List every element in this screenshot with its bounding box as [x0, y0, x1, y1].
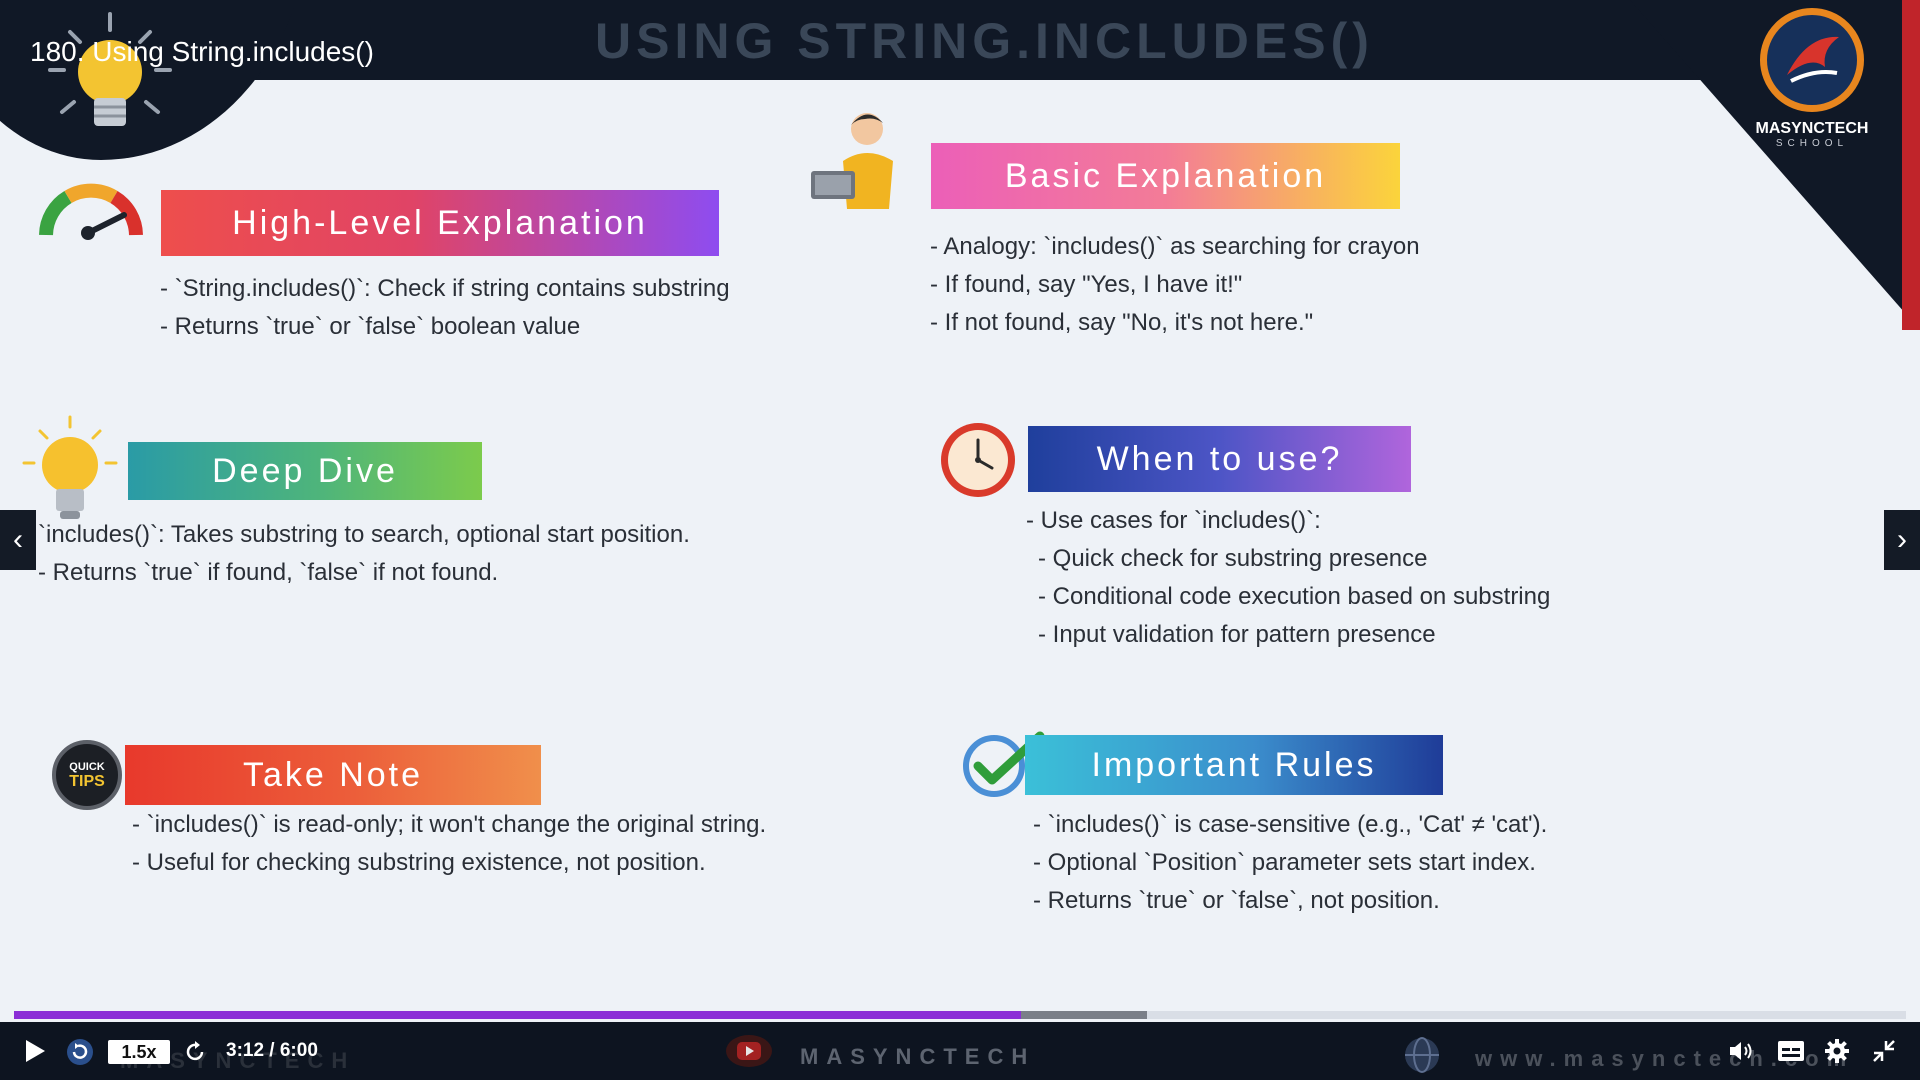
take-note-banner: Take Note [125, 745, 541, 805]
progress-played [14, 1011, 1021, 1019]
bullet-text: - `String.includes()`: Check if string c… [160, 275, 730, 302]
volume-icon[interactable] [1728, 1039, 1754, 1063]
deep-dive-banner: Deep Dive [128, 442, 482, 500]
important-rules-banner: Important Rules [1025, 735, 1443, 795]
bullet-text: - Input validation for pattern presence [1038, 621, 1436, 648]
basic-bullets: - Analogy: `includes()` as searching for… [930, 228, 1420, 342]
bullet-text: - Conditional code execution based on su… [1038, 583, 1551, 610]
when-to-use-bullets: - Use cases for `includes()`: - Quick ch… [1026, 502, 1550, 654]
lightbulb-icon [48, 12, 172, 126]
exit-fullscreen-icon[interactable] [1872, 1039, 1896, 1063]
chevron-left-icon: ‹ [13, 523, 23, 556]
badge-line: QUICK [69, 760, 105, 773]
clock-icon [941, 423, 1015, 497]
video-progress-bar[interactable] [14, 1011, 1906, 1019]
important-rules-bullets: - `includes()` is case-sensitive (e.g., … [1033, 806, 1547, 920]
logo-subtitle: SCHOOL [1775, 138, 1849, 149]
player-controls: MASYNCTECH 1.5x 3:12 / 6:00 MASYNCTECH w… [0, 1022, 1920, 1080]
forward-icon[interactable] [183, 1039, 207, 1063]
bullet-text: - Use cases for `includes()`: [1026, 507, 1321, 534]
play-icon[interactable] [24, 1039, 46, 1063]
slide-red-edge [1902, 0, 1920, 330]
chevron-right-icon: › [1897, 523, 1907, 556]
basic-explanation-banner: Basic Explanation [931, 143, 1400, 209]
slide-title: USING STRING.INCLUDES() [595, 13, 1374, 69]
next-slide-button[interactable]: › [1884, 510, 1920, 570]
youtube-icon [726, 1035, 772, 1067]
bullet-text: - If not found, say "No, it's not here." [930, 309, 1314, 336]
time-display: 3:12 / 6:00 [226, 1040, 318, 1061]
bullet-text: - If found, say "Yes, I have it!" [930, 271, 1243, 298]
bullet-text: `includes()`: Takes substring to search,… [38, 521, 690, 548]
brand-logo: MASYNCTECH SCHOOL [1752, 8, 1872, 149]
slide: 180. Using String.includes() USING STRIN… [0, 0, 1920, 1022]
logo-name: MASYNCTECH [1755, 120, 1869, 137]
person-laptop-icon [811, 113, 893, 209]
previous-slide-button[interactable]: ‹ [0, 510, 36, 570]
bullet-text: - Useful for checking substring existenc… [132, 849, 706, 876]
badge-line: TIPS [69, 772, 105, 790]
watermark-brand: MASYNCTECH [800, 1044, 1036, 1069]
quick-tips-badge-icon: QUICK TIPS [52, 740, 122, 810]
playback-speed-button[interactable]: 1.5x [108, 1040, 170, 1064]
video-title: 180. Using String.includes() [30, 36, 374, 67]
gauge-icon [39, 183, 143, 240]
bullet-text: - `includes()` is read-only; it won't ch… [132, 811, 767, 838]
bullet-text: - Returns `true` or `false`, not positio… [1033, 887, 1440, 914]
when-to-use-banner: When to use? [1028, 426, 1411, 492]
bullet-text: - Returns `true` or `false` boolean valu… [160, 313, 581, 340]
bullet-text: - Returns `true` if found, `false` if no… [38, 559, 499, 586]
bullet-text: - Optional `Position` parameter sets sta… [1033, 849, 1536, 876]
replay-icon[interactable] [66, 1038, 94, 1066]
bullet-text: - Quick check for substring presence [1038, 545, 1428, 572]
settings-icon[interactable] [1824, 1038, 1850, 1064]
globe-icon [1405, 1037, 1439, 1073]
logo-emblem-icon [1760, 8, 1864, 112]
lightbulb-icon [22, 415, 118, 519]
high-level-explanation-banner: High-Level Explanation [161, 190, 719, 256]
captions-icon[interactable] [1777, 1040, 1805, 1062]
take-note-bullets: - `includes()` is read-only; it won't ch… [132, 806, 766, 882]
bullet-text: - `includes()` is case-sensitive (e.g., … [1033, 811, 1548, 838]
bullet-text: - Analogy: `includes()` as searching for… [930, 233, 1420, 260]
high-level-bullets: - `String.includes()`: Check if string c… [160, 270, 730, 346]
deep-dive-bullets: `includes()`: Takes substring to search,… [38, 516, 690, 592]
